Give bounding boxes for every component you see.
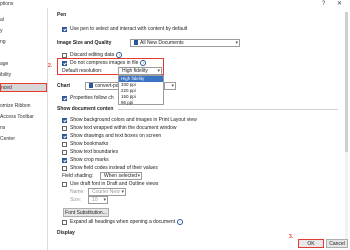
resolution-dropdown-list: High fidelity 330 ppi 220 ppi 150 ppi 96… — [118, 75, 164, 105]
expand-headings-checkbox[interactable] — [62, 219, 67, 225]
show-doc-checkbox[interactable] — [62, 141, 67, 147]
expand-headings-label: Expand all headings when opening a docum… — [70, 219, 176, 225]
resolution-option[interactable]: 96 ppi — [119, 100, 163, 106]
show-doc-option[interactable]: Show text wrapped within the document wi… — [62, 124, 176, 132]
sidebar-item-add-ins[interactable]: ns — [0, 124, 46, 133]
image-doc-select[interactable]: All New Documents ▾ — [130, 39, 240, 47]
sidebar: al y ng age ibility nced omize Ribbon Ac… — [0, 8, 48, 250]
annotation-step-3: 3. — [289, 234, 294, 240]
draft-size-select[interactable]: 10 ▾ — [88, 196, 108, 204]
annotation-step-2: 2. — [48, 63, 53, 69]
document-icon — [134, 40, 138, 46]
draft-font-row[interactable]: Use draft font in Draft and Outline view… — [62, 180, 158, 188]
sidebar-item-language[interactable]: age — [0, 60, 46, 69]
field-shading-row: Field shading: — [62, 172, 93, 180]
draft-font-label: Use draft font in Draft and Outline view… — [70, 181, 159, 187]
sidebar-item-customize-ribbon[interactable]: omize Ribbon — [0, 102, 46, 111]
close-icon[interactable]: ✕ — [337, 0, 342, 8]
default-resolution-value: High fidelity — [122, 68, 148, 74]
info-icon: i — [140, 60, 147, 66]
use-pen-checkbox[interactable] — [62, 26, 67, 32]
show-doc-label: Show text wrapped within the document wi… — [70, 125, 177, 131]
document-icon — [89, 83, 93, 89]
chevron-down-icon: ▾ — [137, 173, 140, 179]
section-pen-heading: Pen — [57, 12, 67, 18]
sidebar-item-trust-center[interactable]: Center — [0, 135, 46, 144]
field-shading-value: When selected — [104, 173, 138, 179]
info-icon: i — [177, 219, 184, 225]
sidebar-item-general[interactable]: al — [0, 16, 46, 25]
show-doc-checkbox[interactable] — [62, 157, 67, 163]
draft-size-row: Size: — [70, 196, 81, 204]
font-substitution-button[interactable]: Font Substitution... — [63, 208, 109, 217]
window-title: ptions — [0, 1, 14, 7]
discard-editing-checkbox[interactable] — [62, 52, 67, 58]
use-pen-row[interactable]: Use pen to select and interact with cont… — [62, 25, 187, 33]
show-doc-option[interactable]: Show bookmarks — [62, 140, 108, 148]
cancel-button[interactable]: Cancel — [326, 239, 348, 248]
draft-name-value: Courier New — [92, 189, 120, 195]
chart-doc-select-arrow[interactable]: ▾ — [164, 82, 176, 90]
section-chart-heading: Chart — [57, 83, 71, 89]
chevron-down-icon: ▾ — [121, 189, 124, 195]
chart-doc-select-value: convert-pd — [95, 83, 119, 89]
default-resolution-label: Default resolution: — [62, 68, 103, 74]
section-image-size-heading: Image Size and Quality — [57, 40, 112, 46]
show-doc-option[interactable]: Show background colors and images in Pri… — [62, 116, 197, 124]
default-resolution-select[interactable]: High fidelity ▾ — [118, 67, 162, 75]
draft-font-checkbox[interactable] — [62, 181, 67, 187]
properties-follow-checkbox[interactable] — [62, 95, 67, 101]
divider — [118, 109, 338, 110]
show-doc-label: Show text boundaries — [70, 149, 119, 155]
sidebar-item-quick-access-toolbar[interactable]: Access Toolbar — [0, 113, 46, 122]
show-doc-label: Show field codes instead of their values — [70, 165, 158, 171]
no-compress-row[interactable]: Do not compress images in file i — [62, 59, 147, 67]
sidebar-item-display[interactable]: y — [0, 27, 46, 36]
image-doc-select-value: All New Documents — [140, 40, 184, 46]
draft-size-value: 10 — [92, 197, 98, 203]
show-doc-checkbox[interactable] — [62, 117, 67, 123]
scrollbar[interactable] — [345, 12, 348, 240]
sidebar-item-proofing[interactable]: ng — [0, 38, 46, 47]
chevron-down-icon: ▾ — [235, 40, 238, 46]
default-resolution-row: Default resolution: — [62, 67, 102, 75]
show-doc-checkbox[interactable] — [62, 125, 67, 131]
properties-follow-row[interactable]: Properties follow ch — [62, 94, 114, 102]
no-compress-label: Do not compress images in file — [70, 60, 139, 66]
chevron-down-icon: ▾ — [157, 68, 160, 74]
show-doc-option[interactable]: Show field codes instead of their values — [62, 164, 158, 172]
show-doc-checkbox[interactable] — [62, 133, 67, 139]
show-doc-label: Show drawings and text boxes on screen — [70, 133, 162, 139]
sidebar-item-save[interactable] — [0, 49, 46, 58]
section-show-doc-heading: Show document conten — [57, 106, 114, 112]
sidebar-item-accessibility[interactable]: ibility — [0, 71, 46, 80]
properties-follow-label: Properties follow ch — [70, 95, 114, 101]
show-doc-label: Show bookmarks — [70, 141, 109, 147]
show-doc-option[interactable]: Show crop marks — [62, 156, 109, 164]
show-doc-checkbox[interactable] — [62, 165, 67, 171]
show-doc-label: Show background colors and images in Pri… — [70, 117, 197, 123]
chart-doc-select[interactable]: convert-pd — [85, 82, 119, 90]
use-pen-label: Use pen to select and interact with cont… — [70, 26, 188, 32]
show-doc-label: Show crop marks — [70, 157, 109, 163]
field-shading-select[interactable]: When selected ▾ — [100, 172, 142, 180]
show-doc-option[interactable]: Show text boundaries — [62, 148, 118, 156]
section-display-heading: Display — [57, 230, 75, 236]
draft-name-select[interactable]: Courier New ▾ — [88, 188, 126, 196]
title-bar: ptions ? ✕ — [0, 0, 350, 8]
draft-name-row: Name: — [70, 188, 85, 196]
chevron-down-icon: ▾ — [103, 197, 106, 203]
show-doc-checkbox[interactable] — [62, 149, 67, 155]
show-doc-option[interactable]: Show drawings and text boxes on screen — [62, 132, 161, 140]
field-shading-label: Field shading: — [62, 173, 94, 179]
scrollbar-thumb[interactable] — [345, 12, 348, 152]
sidebar-item-advanced[interactable]: nced — [0, 83, 47, 92]
chevron-down-icon: ▾ — [171, 83, 174, 89]
expand-headings-row[interactable]: Expand all headings when opening a docum… — [62, 218, 184, 226]
help-icon[interactable]: ? — [322, 0, 325, 8]
draft-name-label: Name: — [70, 189, 85, 195]
draft-size-label: Size: — [70, 197, 82, 203]
no-compress-checkbox[interactable] — [62, 60, 67, 66]
ok-button[interactable]: OK — [298, 239, 324, 248]
